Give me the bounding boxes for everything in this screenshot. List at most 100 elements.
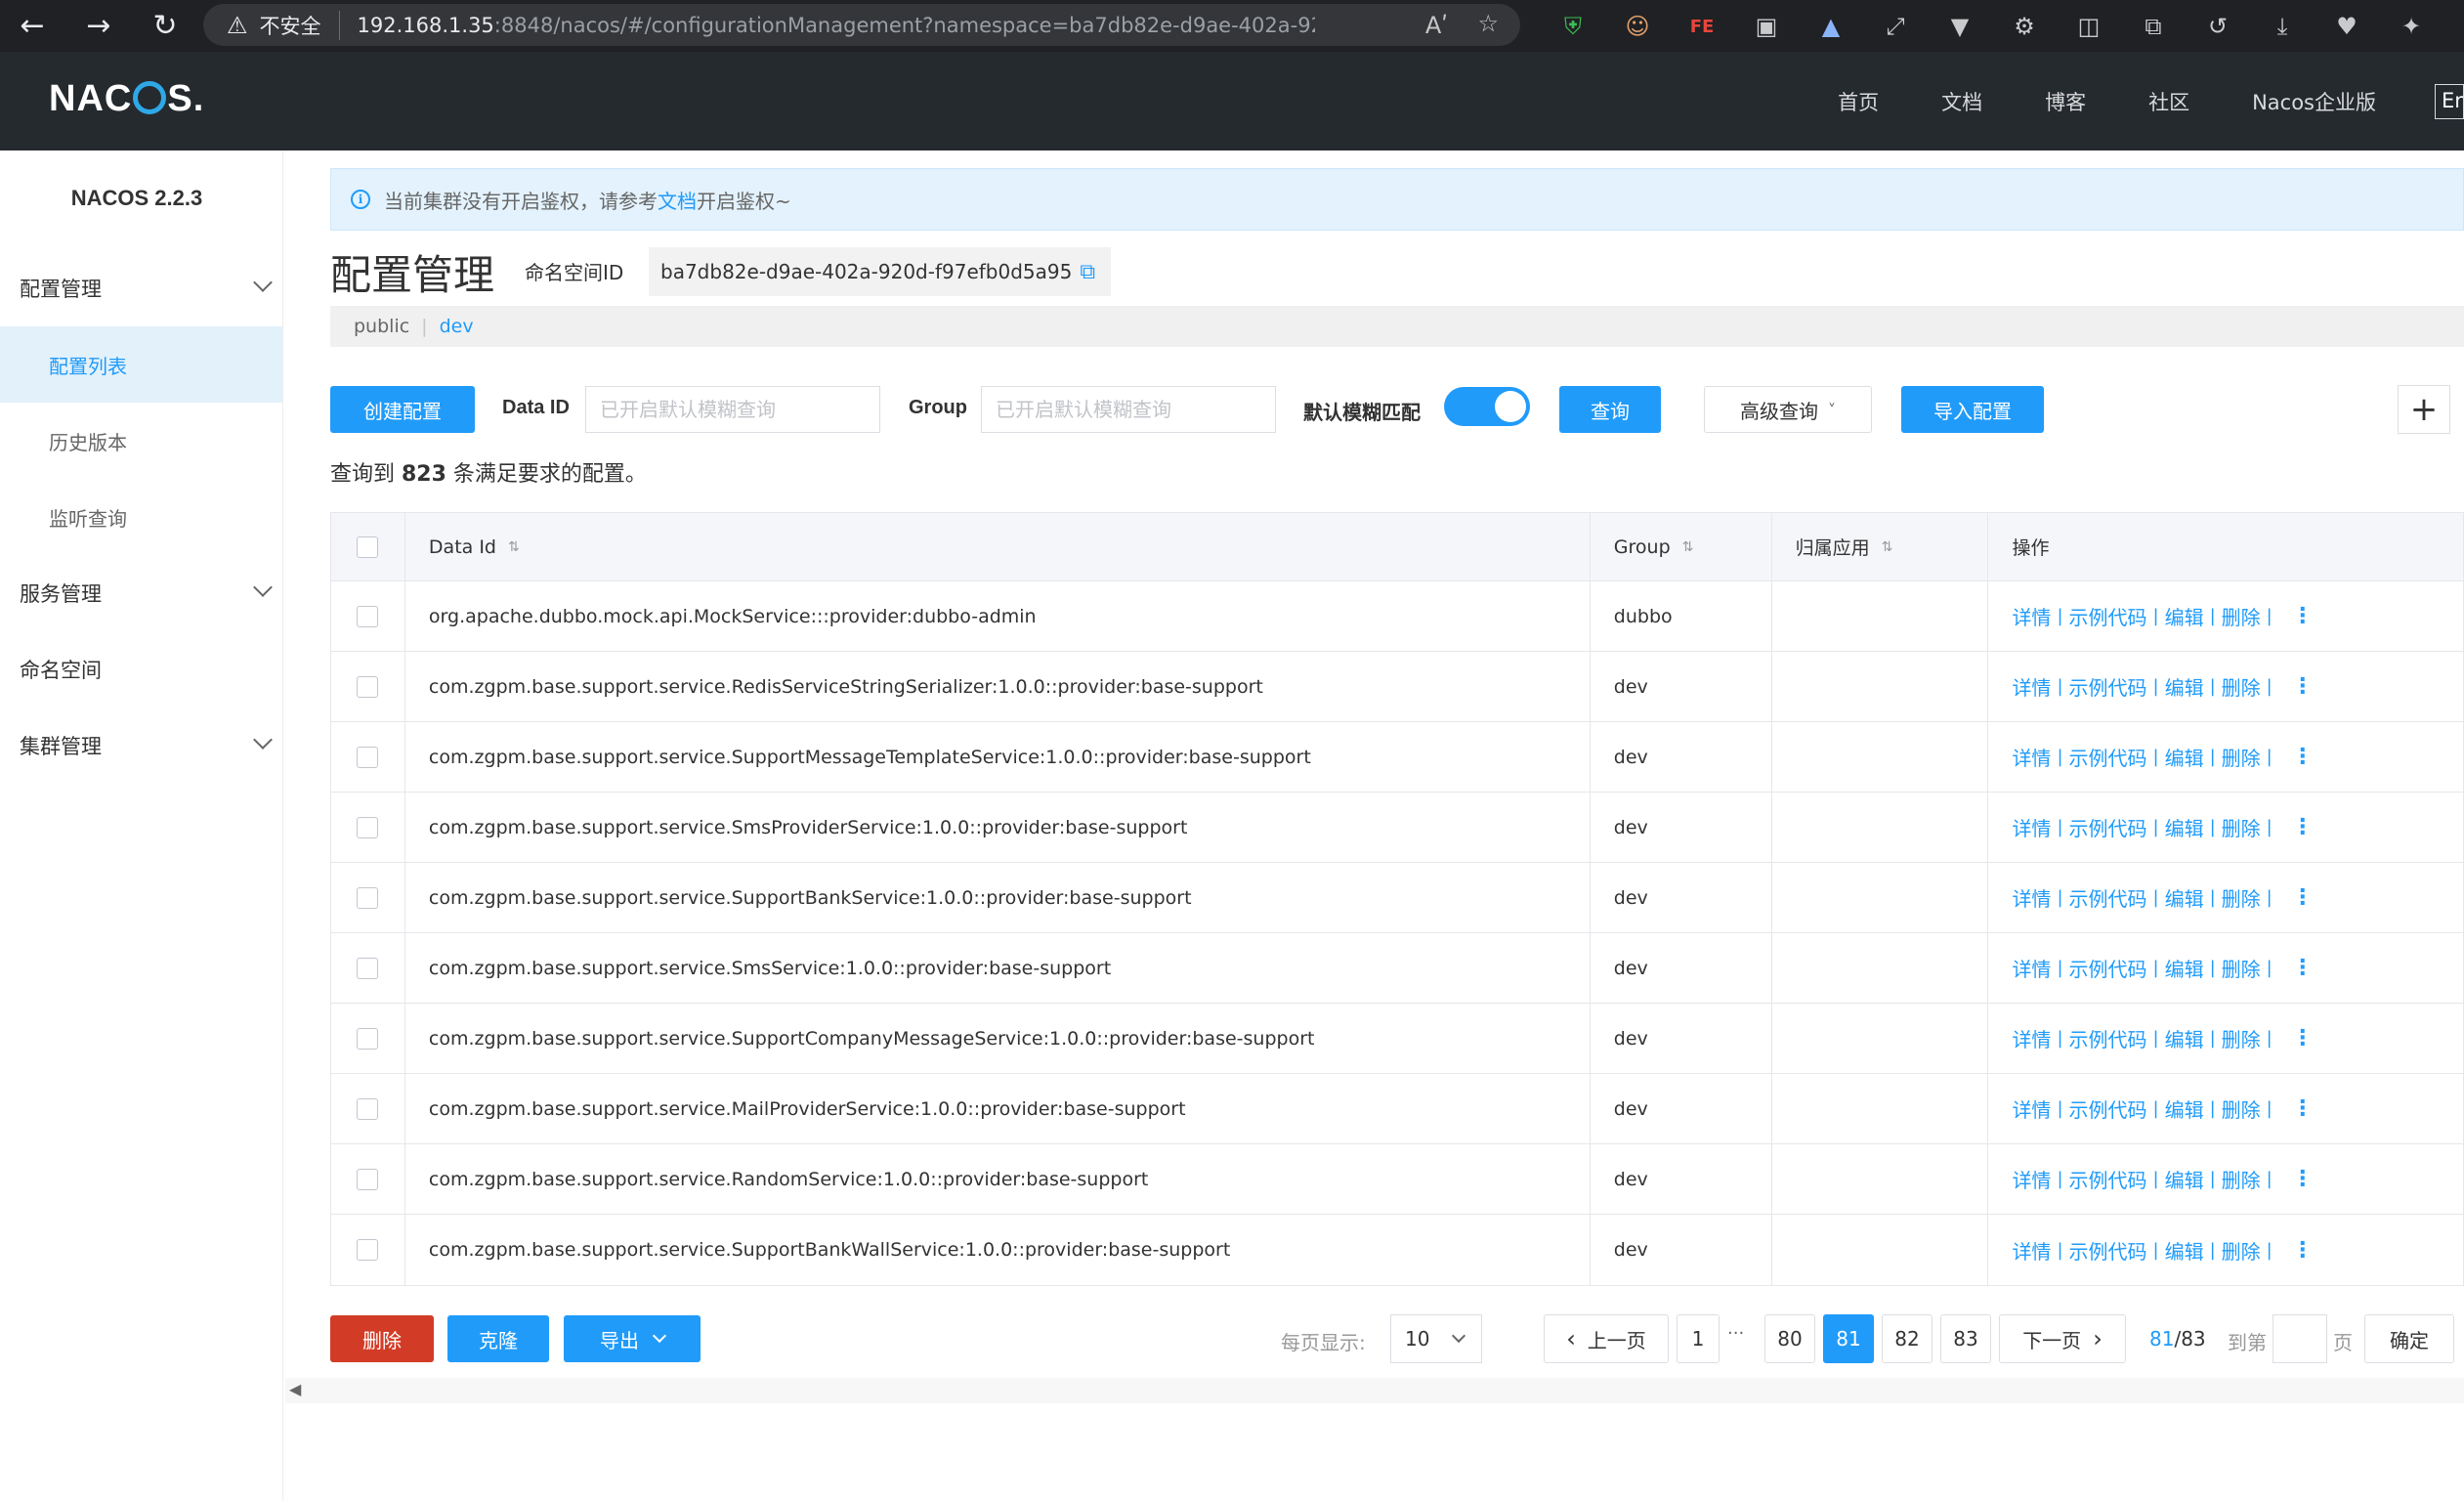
more-icon[interactable]: ⋮ <box>2292 745 2314 769</box>
delete-link[interactable]: 删除 <box>2222 1165 2261 1193</box>
read-aloud-icon[interactable]: Aʹ <box>1425 12 1448 39</box>
row-checkbox[interactable] <box>357 1097 379 1120</box>
per-page-select[interactable]: 10 <box>1390 1314 1482 1363</box>
performance-icon[interactable]: ♥ <box>2327 7 2366 46</box>
edit-link[interactable]: 编辑 <box>2165 813 2204 841</box>
detail-link[interactable]: 详情 <box>2012 602 2051 630</box>
row-checkbox[interactable] <box>357 605 379 627</box>
delete-link[interactable]: 删除 <box>2222 602 2261 630</box>
add-icon[interactable]: + <box>2398 385 2450 434</box>
copy-icon[interactable]: ⧉ <box>1080 260 1095 284</box>
download-icon[interactable]: ⤓ <box>2263 7 2302 46</box>
delete-link[interactable]: 删除 <box>2222 1236 2261 1265</box>
nav-home[interactable]: 首页 <box>1838 87 1879 116</box>
sample-code-link[interactable]: 示例代码 <box>2069 813 2147 841</box>
more-icon[interactable]: ⋮ <box>2292 1238 2314 1263</box>
history-icon[interactable]: ↺ <box>2198 7 2237 46</box>
namespace-public[interactable]: public <box>354 316 409 337</box>
delete-link[interactable]: 删除 <box>2222 813 2261 841</box>
row-checkbox[interactable] <box>357 1027 379 1050</box>
edit-link[interactable]: 编辑 <box>2165 1165 2204 1193</box>
forward-icon[interactable]: → <box>80 8 117 45</box>
reload-icon[interactable]: ↻ <box>147 8 184 45</box>
collections-icon[interactable]: ⧉ <box>2134 7 2173 46</box>
edit-link[interactable]: 编辑 <box>2165 954 2204 982</box>
delete-link[interactable]: 删除 <box>2222 954 2261 982</box>
namespace-dev[interactable]: dev <box>440 316 474 337</box>
page-button-83[interactable]: 83 <box>1940 1314 1991 1363</box>
edit-link[interactable]: 编辑 <box>2165 1024 2204 1052</box>
fe-extension-icon[interactable]: FE <box>1682 7 1721 46</box>
next-page-button[interactable]: 下一页 › <box>1999 1314 2126 1363</box>
nav-blog[interactable]: 博客 <box>2045 87 2086 116</box>
detail-link[interactable]: 详情 <box>2012 672 2051 701</box>
sidebar-item-listener[interactable]: 监听查询 <box>0 479 283 555</box>
nacos-logo[interactable]: NAC S. <box>49 78 204 120</box>
detail-link[interactable]: 详情 <box>2012 954 2051 982</box>
row-checkbox[interactable] <box>357 886 379 909</box>
detail-link[interactable]: 详情 <box>2012 1094 2051 1123</box>
more-icon[interactable]: ⋮ <box>2292 1096 2314 1121</box>
edit-link[interactable]: 编辑 <box>2165 1094 2204 1123</box>
sidebar-group-service[interactable]: 服务管理 <box>0 555 283 631</box>
page-button-82[interactable]: 82 <box>1882 1314 1933 1363</box>
language-switch-button[interactable]: En <box>2435 83 2464 119</box>
sample-code-link[interactable]: 示例代码 <box>2069 602 2147 630</box>
group-input[interactable] <box>981 386 1276 433</box>
sample-code-link[interactable]: 示例代码 <box>2069 1236 2147 1265</box>
scroll-left-icon[interactable]: ◀ <box>289 1380 301 1398</box>
delete-link[interactable]: 删除 <box>2222 743 2261 771</box>
row-checkbox[interactable] <box>357 1168 379 1190</box>
shield-extension-icon[interactable]: ⛨ <box>1553 7 1593 46</box>
page-button-1[interactable]: 1 <box>1677 1314 1720 1363</box>
row-checkbox[interactable] <box>357 816 379 838</box>
col-data-id[interactable]: Data Id ⇅ <box>405 513 1591 580</box>
batch-delete-button[interactable]: 删除 <box>330 1315 434 1362</box>
more-icon[interactable]: ⋮ <box>2292 604 2314 628</box>
split-screen-icon[interactable]: ◫ <box>2069 7 2108 46</box>
detail-link[interactable]: 详情 <box>2012 743 2051 771</box>
address-bar[interactable]: ⚠ 不安全 192.168.1.35 :8848/nacos/#/configu… <box>203 4 1520 46</box>
sample-code-link[interactable]: 示例代码 <box>2069 743 2147 771</box>
goto-page-input[interactable] <box>2273 1314 2327 1363</box>
page-button-81[interactable]: 81 <box>1823 1314 1874 1363</box>
delete-link[interactable]: 删除 <box>2222 1094 2261 1123</box>
edit-link[interactable]: 编辑 <box>2165 1236 2204 1265</box>
select-all-checkbox[interactable] <box>357 536 379 558</box>
delete-link[interactable]: 删除 <box>2222 1024 2261 1052</box>
row-checkbox[interactable] <box>357 957 379 979</box>
nav-docs[interactable]: 文档 <box>1941 87 1982 116</box>
back-icon[interactable]: ← <box>14 8 51 45</box>
more-icon[interactable]: ⋮ <box>2292 885 2314 910</box>
edit-link[interactable]: 编辑 <box>2165 672 2204 701</box>
sidebar-item-namespace[interactable]: 命名空间 <box>0 631 283 708</box>
create-config-button[interactable]: 创建配置 <box>330 386 475 433</box>
detail-link[interactable]: 详情 <box>2012 1236 2051 1265</box>
row-checkbox[interactable] <box>357 1239 379 1261</box>
delete-link[interactable]: 删除 <box>2222 883 2261 912</box>
col-app[interactable]: 归属应用 ⇅ <box>1772 513 1989 580</box>
data-id-input[interactable] <box>585 386 880 433</box>
horizontal-scrollbar[interactable] <box>285 1378 2464 1403</box>
page-button-80[interactable]: 80 <box>1764 1314 1815 1363</box>
sidebar-group-config[interactable]: 配置管理 <box>0 250 283 326</box>
expand-extension-icon[interactable]: ⤢ <box>1876 7 1915 46</box>
edit-link[interactable]: 编辑 <box>2165 602 2204 630</box>
sidebar-group-cluster[interactable]: 集群管理 <box>0 708 283 784</box>
detail-link[interactable]: 详情 <box>2012 1165 2051 1193</box>
more-icon[interactable]: ⋮ <box>2292 674 2314 699</box>
screenshot-extension-icon[interactable]: ▣ <box>1747 7 1786 46</box>
detail-link[interactable]: 详情 <box>2012 813 2051 841</box>
sort-icon[interactable]: ⇅ <box>1682 539 1694 555</box>
col-group[interactable]: Group ⇅ <box>1591 513 1772 580</box>
sidebar-item-history[interactable]: 历史版本 <box>0 403 283 479</box>
row-checkbox[interactable] <box>357 675 379 698</box>
query-button[interactable]: 查询 <box>1559 386 1661 433</box>
mountain-extension-icon[interactable]: ▲ <box>1811 7 1850 46</box>
favorite-star-icon[interactable]: ☆ <box>1477 10 1499 37</box>
sort-icon[interactable]: ⇅ <box>508 539 520 555</box>
clone-button[interactable]: 克隆 <box>447 1315 549 1362</box>
sidebar-item-config-list[interactable]: 配置列表 <box>0 326 283 403</box>
more-icon[interactable]: ⋮ <box>2292 1167 2314 1191</box>
advanced-query-button[interactable]: 高级查询 ˅ <box>1704 386 1872 433</box>
